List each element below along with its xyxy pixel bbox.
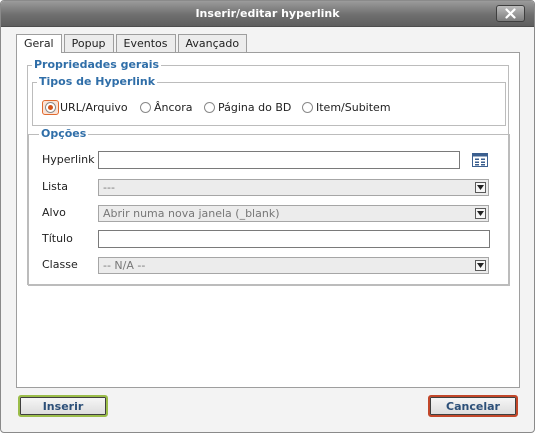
radio-label-ancora: Âncora <box>154 100 193 114</box>
options-group: Opções Hyperlink Lista --- Alvo Abrir nu… <box>28 127 510 286</box>
radio-item-subitem[interactable]: Item/Subitem <box>302 100 391 114</box>
alvo-select-value: Abrir numa nova janela (_blank) <box>103 207 280 220</box>
tab-bar: Geral Popup Eventos Avançado <box>16 34 249 53</box>
radio-focus-ring <box>42 99 59 115</box>
radio-ancora[interactable]: Âncora <box>140 100 193 114</box>
insert-button[interactable]: Inserir <box>18 395 108 417</box>
tab-geral[interactable]: Geral <box>16 34 62 53</box>
radio-url-arquivo[interactable]: URL/Arquivo <box>42 99 128 115</box>
tab-avancado[interactable]: Avançado <box>177 34 248 52</box>
radio-label-url: URL/Arquivo <box>60 100 128 114</box>
titulo-input[interactable] <box>98 230 490 248</box>
options-legend: Opções <box>39 127 89 140</box>
close-button[interactable] <box>496 5 525 22</box>
close-icon <box>505 8 516 19</box>
radio-label-item: Item/Subitem <box>316 100 391 114</box>
tab-popup[interactable]: Popup <box>63 34 114 52</box>
radio-unchecked-icon <box>204 101 215 113</box>
cancel-button[interactable]: Cancelar <box>428 395 518 417</box>
hyperlink-input[interactable] <box>98 151 460 169</box>
classe-select[interactable]: -- N/A -- <box>98 257 489 274</box>
dialog-title: Inserir/editar hyperlink <box>195 7 340 20</box>
lista-select-value: --- <box>103 181 115 194</box>
radio-unchecked-icon <box>140 101 151 113</box>
radio-pagina-bd[interactable]: Página do BD <box>204 100 291 114</box>
alvo-select[interactable]: Abrir numa nova janela (_blank) <box>98 205 489 222</box>
classe-label: Classe <box>42 258 78 271</box>
lista-label: Lista <box>42 180 68 193</box>
title-bar[interactable]: Inserir/editar hyperlink <box>1 1 534 27</box>
radio-label-pagina: Página do BD <box>218 100 292 114</box>
classe-select-value: -- N/A -- <box>103 259 146 272</box>
tab-eventos[interactable]: Eventos <box>115 34 176 52</box>
hyperlink-dialog: Inserir/editar hyperlink Geral Popup Eve… <box>0 0 535 433</box>
radio-checked-icon <box>45 101 56 113</box>
general-properties-group: Propriedades gerais Tipos de Hyperlink U… <box>27 58 510 286</box>
browse-list-icon[interactable] <box>472 153 488 167</box>
radio-unchecked-icon <box>302 101 313 113</box>
general-properties-legend: Propriedades gerais <box>32 58 162 71</box>
link-type-group: Tipos de Hyperlink URL/Arquivo Âncora Pá… <box>32 75 506 126</box>
titulo-label: Título <box>42 232 73 245</box>
chevron-down-icon[interactable] <box>475 208 486 219</box>
alvo-label: Alvo <box>42 206 66 219</box>
tab-panel-geral: Propriedades gerais Tipos de Hyperlink U… <box>16 52 520 388</box>
link-type-legend: Tipos de Hyperlink <box>37 75 158 88</box>
chevron-down-icon[interactable] <box>475 260 486 271</box>
chevron-down-icon[interactable] <box>475 182 486 193</box>
lista-select[interactable]: --- <box>98 179 489 196</box>
hyperlink-label: Hyperlink <box>42 153 95 166</box>
